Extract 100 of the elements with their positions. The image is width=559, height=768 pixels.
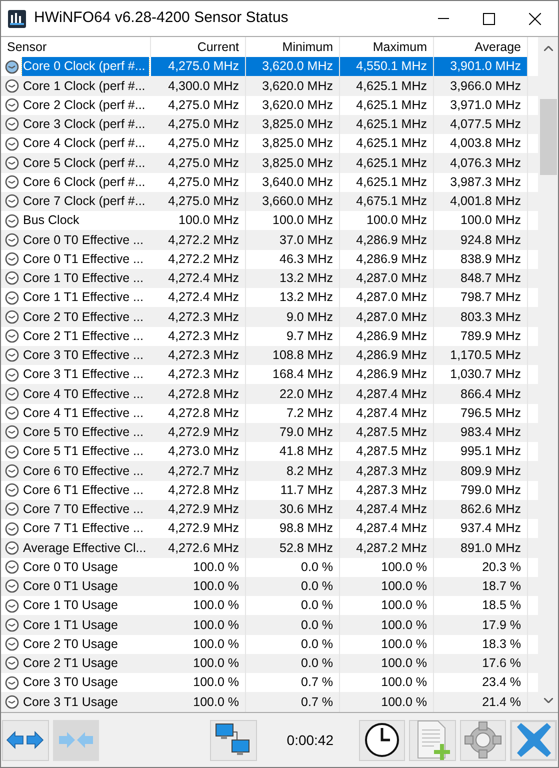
- gear-icon: [464, 721, 502, 759]
- sensor-row[interactable]: Core 0 T1 Effective ... 4,272.2 MHz 46.3 MHz 4,286.9 MHz 838.9 MHz: [1, 250, 538, 269]
- window-title: HWiNFO64 v6.28-4200 Sensor Status: [34, 8, 288, 28]
- sensor-row[interactable]: Average Effective Cl... 4,272.6 MHz 52.8 MHz 4,287.2 MHz 891.0 MHz: [1, 538, 538, 558]
- sensor-row[interactable]: Core 3 T0 Usage 100.0 % 0.7 % 100.0 % 23.4 %: [1, 673, 538, 692]
- sensor-row[interactable]: Core 6 Clock (perf #... 4,275.0 MHz 3,640.0 MHz 4,625.1 MHz 3,987.3 MHz: [1, 172, 538, 192]
- sensor-name: Core 4 T0 Effective ...: [22, 386, 144, 402]
- sensor-row[interactable]: Core 5 T1 Effective ... 4,273.0 MHz 41.8 MHz 4,287.5 MHz 995.1 MHz: [1, 442, 538, 462]
- sensor-row[interactable]: Core 0 Clock (perf #... 4,275.0 MHz 3,620.0 MHz 4,550.1 MHz 3,901.0 MHz: [1, 57, 538, 76]
- gauge-icon: [5, 271, 19, 286]
- sensor-name: Core 1 Clock (perf #...: [22, 78, 146, 95]
- arrows-together-icon: [56, 730, 95, 750]
- value-cell: 4,275.0 MHz: [151, 57, 246, 76]
- scroll-thumb[interactable]: [540, 99, 556, 175]
- two-monitors-icon: [215, 722, 252, 758]
- scroll-up-icon: [544, 46, 552, 51]
- sensor-name: Core 1 T1 Usage: [22, 616, 119, 634]
- sensor-name: Core 0 T1 Usage: [22, 578, 119, 595]
- gauge-icon: [5, 194, 19, 208]
- elapsed-time: 0:00:42: [286, 730, 334, 750]
- sensor-row[interactable]: Core 0 T1 Usage 100.0 % 0.0 % 100.0 % 18.7 %: [1, 576, 538, 596]
- sensor-row[interactable]: Core 2 T0 Effective ... 4,272.3 MHz 9.0 MHz 4,287.0 MHz 803.3 MHz: [1, 307, 538, 326]
- sensor-row[interactable]: Core 1 T1 Usage 100.0 % 0.0 % 100.0 % 17.9 %: [1, 615, 538, 634]
- gauge-icon: [5, 232, 19, 247]
- gauge-icon: [5, 483, 19, 498]
- gauge-icon: [5, 598, 19, 613]
- sensor-row[interactable]: Core 1 T0 Effective ... 4,272.4 MHz 13.2 MHz 4,287.0 MHz 848.7 MHz: [1, 268, 538, 288]
- gauge-icon: [5, 290, 19, 305]
- gauge-icon: [5, 60, 19, 74]
- sensor-row[interactable]: Core 3 T1 Effective ... 4,272.3 MHz 168.4 MHz 4,286.9 MHz 1,030.7 MHz: [1, 365, 538, 384]
- sensor-name: Core 1 T0 Usage: [22, 597, 119, 614]
- value-cell: 3,901.0 MHz: [434, 57, 528, 76]
- maximize-icon: [483, 12, 495, 24]
- sensor-name: Core 6 T0 Effective ...: [22, 462, 144, 480]
- sensor-name: Core 3 T0 Effective ...: [22, 347, 144, 364]
- sensor-name: Core 4 Clock (perf #...: [22, 135, 146, 152]
- scrollbar[interactable]: [538, 37, 558, 712]
- sensor-row[interactable]: Core 5 Clock (perf #... 4,275.0 MHz 3,825.0 MHz 4,625.1 MHz 4,076.3 MHz: [1, 153, 538, 172]
- sensor-row[interactable]: Core 4 T1 Effective ... 4,272.8 MHz 7.2 MHz 4,287.4 MHz 796.5 MHz: [1, 404, 538, 423]
- close-icon: [516, 723, 551, 757]
- sensor-row[interactable]: Core 0 T0 Effective ... 4,272.2 MHz 37.0 MHz 4,286.9 MHz 924.8 MHz: [1, 230, 538, 250]
- sensor-name: Average Effective Cl...: [22, 540, 148, 557]
- sensor-name: Core 5 T0 Effective ...: [22, 424, 144, 441]
- sensor-row[interactable]: Core 4 T0 Effective ... 4,272.8 MHz 22.0 MHz 4,287.4 MHz 866.4 MHz: [1, 384, 538, 404]
- sensor-row[interactable]: Bus Clock 100.0 MHz 100.0 MHz 100.0 MHz 100.0 MHz: [1, 211, 538, 230]
- sensor-row[interactable]: Core 1 T1 Effective ... 4,272.4 MHz 13.2 MHz 4,287.0 MHz 798.7 MHz: [1, 288, 538, 308]
- sensor-row[interactable]: Core 6 T0 Effective ... 4,272.7 MHz 8.2 MHz 4,287.3 MHz 809.9 MHz: [1, 461, 538, 480]
- sensor-name: Core 1 T0 Effective ...: [22, 270, 144, 287]
- sensor-row[interactable]: Core 2 Clock (perf #... 4,275.0 MHz 3,620.0 MHz 4,625.1 MHz 3,971.0 MHz: [1, 96, 538, 115]
- sensor-row[interactable]: Core 5 T0 Effective ... 4,272.9 MHz 79.0 MHz 4,287.5 MHz 983.4 MHz: [1, 422, 538, 442]
- gauge-icon: [5, 310, 19, 324]
- gauge-icon: [5, 694, 19, 709]
- gauge-icon: [5, 117, 19, 132]
- scroll-down-icon: [544, 698, 552, 703]
- sensor-row[interactable]: Core 3 Clock (perf #... 4,275.0 MHz 3,825.0 MHz 4,625.1 MHz 4,077.5 MHz: [1, 114, 538, 134]
- sensor-name: Core 2 T1 Effective ...: [22, 328, 144, 345]
- network-button[interactable]: [210, 720, 257, 760]
- reset-button[interactable]: [358, 720, 406, 760]
- sensor-row[interactable]: Core 1 Clock (perf #... 4,300.0 MHz 3,620.0 MHz 4,625.1 MHz 3,966.0 MHz: [1, 76, 538, 96]
- gauge-icon: [5, 78, 19, 93]
- gauge-icon: [5, 540, 19, 555]
- sensor-name: Core 2 T0 Effective ...: [22, 308, 144, 326]
- sensor-name: Core 0 T0 Effective ...: [22, 232, 144, 248]
- gauge-icon: [5, 406, 19, 420]
- close-icon: [529, 12, 541, 24]
- settings-button[interactable]: [460, 720, 506, 760]
- sensor-row[interactable]: Core 2 T0 Usage 100.0 % 0.0 % 100.0 % 18.3 %: [1, 634, 538, 654]
- gauge-icon: [5, 348, 19, 362]
- sensor-name: Core 4 T1 Effective ...: [22, 404, 144, 422]
- sensor-row[interactable]: Core 3 T1 Usage 100.0 % 0.7 % 100.0 % 21.4 %: [1, 692, 538, 712]
- clock-icon: [364, 722, 400, 758]
- gauge-icon: [5, 560, 19, 574]
- sensor-row[interactable]: Core 2 T1 Effective ... 4,272.3 MHz 9.7 MHz 4,286.9 MHz 789.9 MHz: [1, 326, 538, 346]
- sensor-row[interactable]: Core 2 T1 Usage 100.0 % 0.0 % 100.0 % 17.6 %: [1, 654, 538, 673]
- sensor-row[interactable]: Core 4 Clock (perf #... 4,275.0 MHz 3,825.0 MHz 4,625.1 MHz 4,003.8 MHz: [1, 134, 538, 154]
- sensor-name: Core 3 T1 Usage: [22, 694, 119, 711]
- sensor-row[interactable]: Core 7 T0 Effective ... 4,272.9 MHz 30.6 MHz 4,287.4 MHz 862.6 MHz: [1, 500, 538, 519]
- sensor-row[interactable]: Core 0 T0 Usage 100.0 % 0.0 % 100.0 % 20.3 %: [1, 558, 538, 577]
- gauge-icon: [5, 522, 19, 536]
- app-logo-icon: [8, 10, 26, 28]
- gauge-icon: [5, 425, 19, 440]
- gauge-icon: [5, 156, 19, 170]
- sensor-name: Core 0 T1 Effective ...: [22, 250, 144, 268]
- gauge-icon: [5, 502, 19, 516]
- sensor-name: Core 6 Clock (perf #...: [22, 174, 146, 191]
- sensor-row[interactable]: Core 1 T0 Usage 100.0 % 0.0 % 100.0 % 18.5 %: [1, 596, 538, 616]
- sensor-name: Core 1 T1 Effective ...: [22, 289, 144, 306]
- sensor-name: Bus Clock: [22, 212, 80, 230]
- sensor-row[interactable]: Core 7 Clock (perf #... 4,275.0 MHz 3,660.0 MHz 4,675.1 MHz 4,001.8 MHz: [1, 192, 538, 211]
- sensor-name: Core 7 T0 Effective ...: [22, 501, 144, 518]
- gauge-icon: [5, 579, 19, 594]
- sensor-row[interactable]: Core 7 T1 Effective ... 4,272.9 MHz 98.8 MHz 4,287.4 MHz 937.4 MHz: [1, 519, 538, 538]
- sensor-row[interactable]: Core 3 T0 Effective ... 4,272.3 MHz 108.8 MHz 4,286.9 MHz 1,170.5 MHz: [1, 346, 538, 365]
- sensor-name: Core 0 T0 Usage: [22, 558, 119, 576]
- value-cell: 4,550.1 MHz: [340, 57, 434, 76]
- arrows-apart-icon: [6, 730, 44, 750]
- sensor-row[interactable]: Core 6 T1 Effective ... 4,272.8 MHz 11.7 MHz 4,287.3 MHz 799.0 MHz: [1, 480, 538, 500]
- sensor-name: Core 3 T1 Effective ...: [22, 366, 144, 384]
- expand-button[interactable]: [2, 720, 49, 760]
- gauge-icon: [5, 656, 19, 670]
